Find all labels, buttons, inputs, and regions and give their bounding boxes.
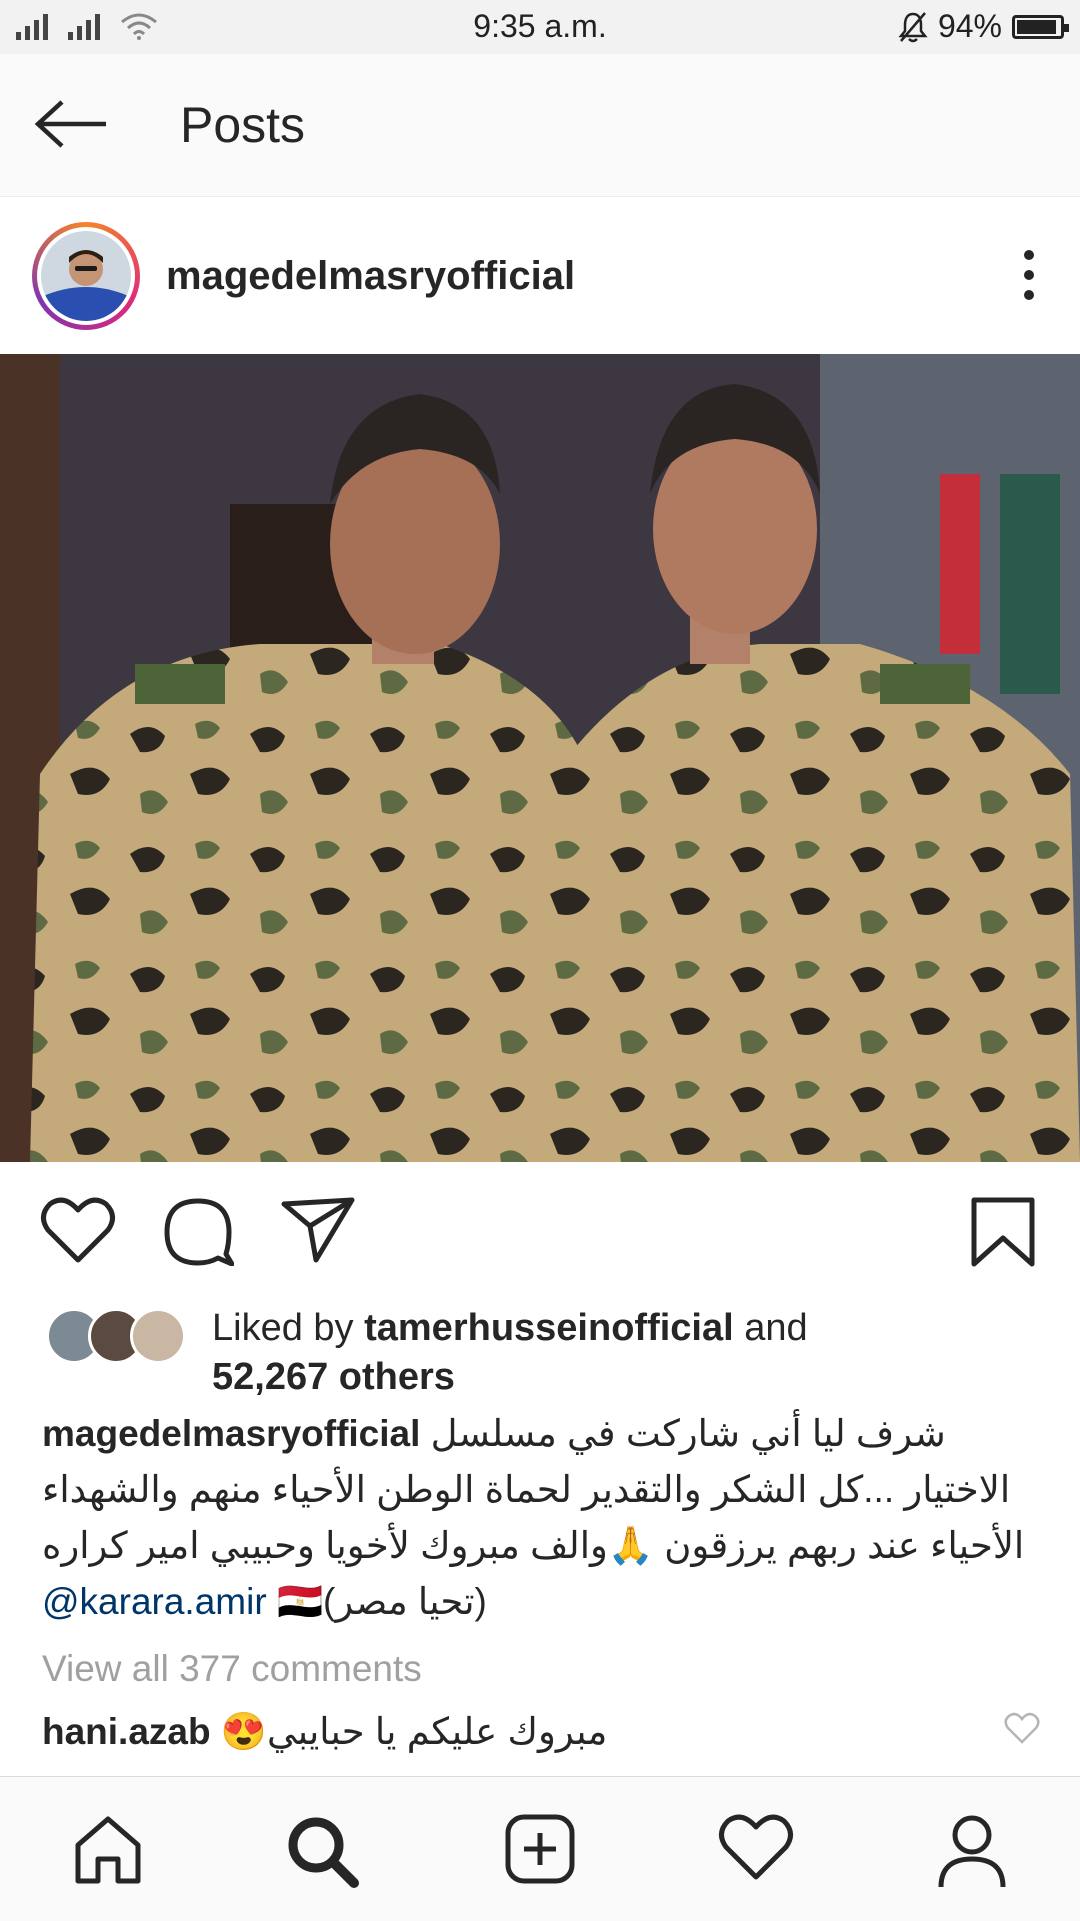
caption-text: (تحيا مصر)🇪🇬: [276, 1581, 487, 1622]
avatar[interactable]: [32, 222, 140, 330]
caption-line: magedelmasryofficial شرف ليا أني شاركت ف…: [42, 1406, 1042, 1462]
comment-username[interactable]: hani.azab: [42, 1711, 211, 1752]
app-bar: Posts: [0, 54, 1080, 197]
avatar: [130, 1308, 186, 1364]
liker-avatars: [46, 1308, 196, 1368]
battery-percent: 94%: [937, 8, 1002, 44]
likes-others[interactable]: 52,267 others: [212, 1356, 455, 1398]
liker-username[interactable]: tamerhusseinofficial: [364, 1307, 734, 1349]
caption-mention[interactable]: @karara.amir: [42, 1581, 267, 1622]
add-post-icon[interactable]: [504, 1813, 576, 1885]
vertical-dots-icon[interactable]: [1022, 248, 1036, 302]
post-username[interactable]: magedelmasryofficial: [166, 254, 575, 299]
post-photo[interactable]: [0, 354, 1080, 1162]
likes-text: Liked by tamerhusseinofficial and 52,267…: [212, 1304, 808, 1402]
status-right: 94%: [898, 8, 1069, 45]
liked-by-label: Liked by: [212, 1307, 354, 1349]
heart-icon[interactable]: [40, 1196, 116, 1264]
comment-text: مبروك عليكم يا حبايبي😍: [220, 1711, 608, 1752]
caption-username[interactable]: magedelmasryofficial: [42, 1413, 420, 1454]
caption-text: الأحياء عند ربهم يرزقون 🙏والف مبروك لأخو…: [42, 1525, 1025, 1566]
likes-summary[interactable]: Liked by tamerhusseinofficial and 52,267…: [0, 1300, 1080, 1400]
page-title: Posts: [180, 97, 306, 153]
activity-heart-icon[interactable]: [718, 1813, 794, 1881]
search-icon[interactable]: [284, 1813, 360, 1889]
profile-icon[interactable]: [936, 1813, 1008, 1889]
top-comment: hani.azab مبروك عليكم يا حبايبي😍: [42, 1710, 607, 1754]
arrow-left-icon[interactable]: [34, 98, 110, 150]
home-icon[interactable]: [72, 1813, 144, 1885]
comment-bubble-icon[interactable]: [162, 1196, 234, 1266]
bottom-nav: [0, 1776, 1080, 1921]
paper-plane-icon[interactable]: [280, 1196, 356, 1264]
caption-line: @karara.amir (تحيا مصر)🇪🇬: [42, 1574, 1042, 1630]
likes-connector: and: [744, 1307, 808, 1349]
post-header: magedelmasryofficial: [0, 198, 1080, 352]
bookmark-icon[interactable]: [970, 1196, 1036, 1268]
caption-text: شرف ليا أني شاركت في مسلسل: [430, 1413, 946, 1454]
status-bar: 9:35 a.m. 94%: [0, 0, 1080, 54]
post-actions: [0, 1180, 1080, 1290]
view-all-comments-link[interactable]: View all 377 comments: [42, 1648, 422, 1690]
battery-icon: [1012, 14, 1069, 39]
heart-icon[interactable]: [1004, 1712, 1040, 1744]
caption-text: الاختيار ...كل الشكر والتقدير لحماة الوط…: [42, 1469, 1011, 1510]
post-caption: magedelmasryofficial شرف ليا أني شاركت ف…: [42, 1406, 1042, 1630]
mute-bell-icon: [898, 11, 928, 42]
